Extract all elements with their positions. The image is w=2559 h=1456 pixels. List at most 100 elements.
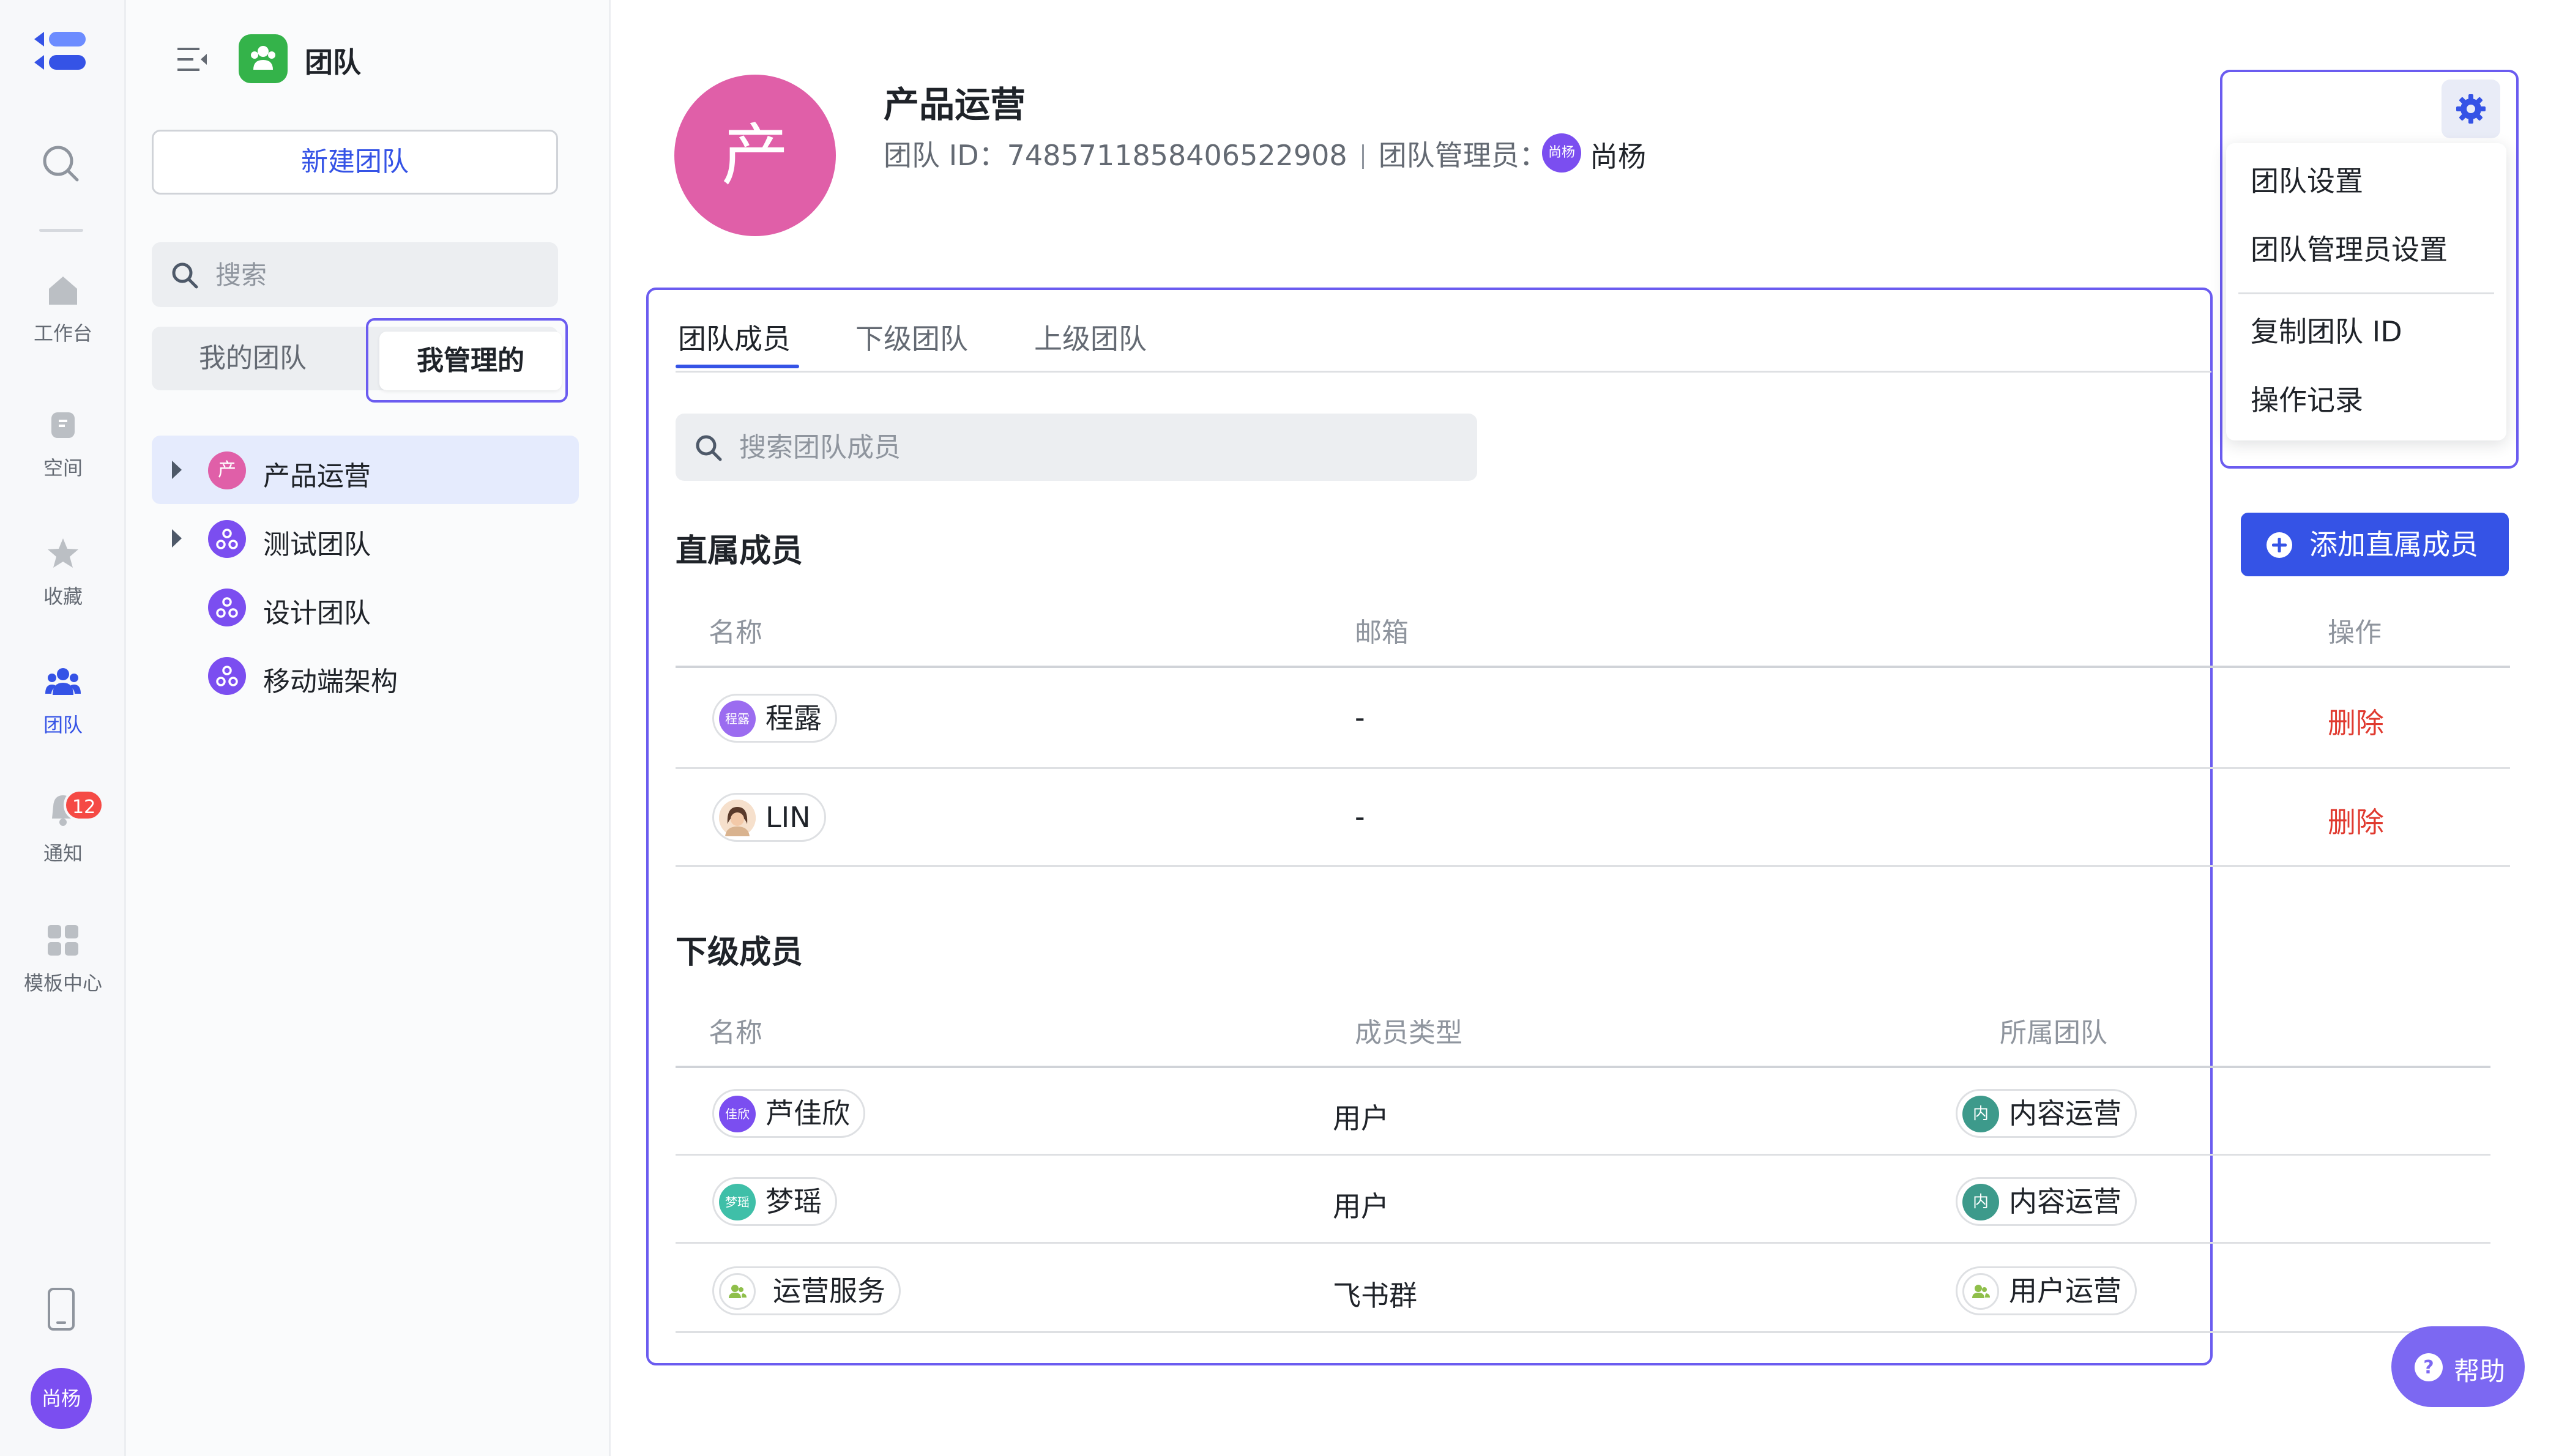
team-detail: 产 产品运营 团队 ID：7485711858406522908 团队管理员： 尚…	[611, 0, 2559, 1456]
team-chip-label: 用户运营	[2009, 1274, 2121, 1307]
team-filter-segment: 我的团队 我管理的	[152, 318, 568, 403]
member-type: 用户	[1333, 1190, 1389, 1223]
tab-my-teams[interactable]: 我的团队	[152, 327, 354, 390]
rail-divider	[39, 229, 83, 232]
menu-item-operation-log[interactable]: 操作记录	[2226, 370, 2506, 431]
team-search	[152, 242, 558, 307]
member-type: 飞书群	[1333, 1279, 1417, 1312]
collapse-sidebar-icon[interactable]	[175, 44, 209, 75]
rail-item-label: 模板中心	[23, 971, 102, 995]
member-type: 用户	[1333, 1102, 1389, 1135]
delete-member-button[interactable]: 删除	[2328, 800, 2384, 841]
member-name: 程露	[765, 702, 822, 735]
help-icon: ?	[2415, 1353, 2443, 1381]
table-divider	[676, 1066, 2490, 1068]
admin-name[interactable]: 尚杨	[1590, 135, 1646, 175]
home-icon	[49, 277, 77, 305]
rail-item-label: 工作台	[33, 322, 92, 345]
panel-title: 团队	[305, 46, 361, 79]
new-team-button[interactable]: 新建团队	[152, 130, 558, 195]
team-chip[interactable]: 用户运营	[1956, 1266, 2137, 1315]
member-name: 芦佳欣	[765, 1097, 850, 1130]
column-header-email: 邮箱	[1355, 617, 1409, 648]
menu-item-team-settings[interactable]: 团队设置	[2226, 150, 2506, 212]
team-meta: 团队 ID：7485711858406522908 团队管理员：	[884, 133, 1548, 174]
sub-members-title: 下级成员	[676, 934, 803, 971]
team-chip[interactable]: 内 内容运营	[1956, 1177, 2137, 1226]
team-avatar-small: 产	[208, 451, 246, 489]
rail-item-label: 空间	[43, 456, 83, 480]
member-name: LIN	[765, 801, 811, 834]
team-search-input[interactable]	[215, 252, 534, 297]
menu-item-copy-team-id[interactable]: 复制团队 ID	[2226, 301, 2506, 362]
tree-item-team[interactable]: 产 产品运营	[152, 436, 579, 504]
rail-item-notifications[interactable]: 12 通知	[0, 789, 126, 871]
team-icon	[45, 668, 81, 695]
member-email: -	[1355, 701, 1365, 734]
left-rail: 工作台 空间 收藏 团队 12 通知 模板中心 尚杨	[0, 0, 126, 1456]
gear-icon	[2456, 94, 2486, 124]
user-avatar[interactable]: 尚杨	[31, 1368, 92, 1429]
tree-item-team[interactable]: 设计团队	[152, 573, 579, 641]
team-name: 产品运营	[884, 84, 1026, 125]
rail-item-label: 收藏	[43, 585, 83, 608]
row-divider	[676, 1331, 2490, 1333]
group-chat-icon	[719, 1273, 756, 1310]
tree-item-label: 设计团队	[263, 598, 371, 629]
menu-divider	[2238, 292, 2494, 294]
menu-item-admin-settings[interactable]: 团队管理员设置	[2226, 219, 2506, 280]
tree-item-team[interactable]: 测试团队	[152, 504, 579, 573]
tab-managed-teams[interactable]: 我管理的	[379, 332, 562, 390]
search-icon	[172, 262, 198, 289]
team-avatar-small: 内	[1962, 1096, 1999, 1132]
team-id: 团队 ID：7485711858406522908	[884, 139, 1347, 172]
tree-item-team[interactable]: 移动端架构	[152, 641, 579, 710]
rail-item-workbench[interactable]: 工作台	[0, 272, 126, 351]
member-email: -	[1355, 800, 1365, 833]
svg-text:?: ?	[2423, 1357, 2434, 1378]
star-icon	[48, 538, 78, 568]
delete-member-button[interactable]: 删除	[2328, 701, 2384, 741]
space-icon	[51, 412, 75, 438]
add-direct-member-button[interactable]: 添加直属成员	[2241, 513, 2509, 576]
team-chip[interactable]: 内 内容运营	[1956, 1089, 2137, 1138]
member-chip[interactable]: 程露 程露	[712, 694, 837, 743]
column-header-name: 名称	[709, 1017, 762, 1049]
settings-button[interactable]	[2442, 80, 2500, 138]
member-photo	[719, 800, 756, 836]
expand-arrow-icon[interactable]	[170, 459, 184, 481]
admin-avatar: 尚杨	[1542, 133, 1581, 173]
tab-divider	[676, 371, 2211, 373]
tab-team-members[interactable]: 团队成员	[678, 317, 791, 357]
member-search-input[interactable]	[739, 425, 1461, 470]
app-logo-icon[interactable]	[31, 27, 89, 76]
rail-item-favorites[interactable]: 收藏	[0, 535, 126, 614]
tab-sub-teams[interactable]: 下级团队	[855, 317, 968, 357]
member-chip[interactable]: LIN	[712, 793, 826, 842]
rail-item-label: 团队	[43, 713, 83, 737]
team-avatar-small: 内	[1962, 1184, 1999, 1220]
search-icon[interactable]	[39, 142, 82, 185]
member-chip[interactable]: 运营服务	[712, 1266, 901, 1315]
plus-circle-icon	[2267, 532, 2292, 558]
team-node-icon	[208, 520, 246, 558]
team-app-icon	[239, 34, 288, 83]
rail-item-templates[interactable]: 模板中心	[0, 921, 126, 1001]
rail-item-team[interactable]: 团队	[0, 663, 126, 743]
member-chip[interactable]: 佳欣 芦佳欣	[712, 1089, 865, 1138]
team-chip-label: 内容运营	[2009, 1097, 2121, 1130]
table-divider	[676, 666, 2510, 668]
expand-arrow-icon[interactable]	[170, 527, 184, 549]
admin-label: 团队管理员：	[1378, 139, 1548, 172]
member-chip[interactable]: 梦瑶 梦瑶	[712, 1177, 837, 1226]
direct-members-title: 直属成员	[676, 533, 803, 570]
tab-parent-teams[interactable]: 上级团队	[1034, 317, 1147, 357]
column-header-team: 所属团队	[2000, 1017, 2107, 1049]
rail-item-space[interactable]: 空间	[0, 406, 126, 486]
help-label: 帮助	[2454, 1356, 2506, 1386]
add-direct-member-label: 添加直属成员	[2309, 528, 2478, 561]
mobile-icon[interactable]	[45, 1287, 77, 1331]
team-panel: 团队 新建团队 我的团队 我管理的 产 产品运营 测试团队 设计团队	[126, 0, 611, 1456]
column-header-member-type: 成员类型	[1355, 1017, 1462, 1049]
help-button[interactable]: ? 帮助	[2391, 1326, 2525, 1407]
